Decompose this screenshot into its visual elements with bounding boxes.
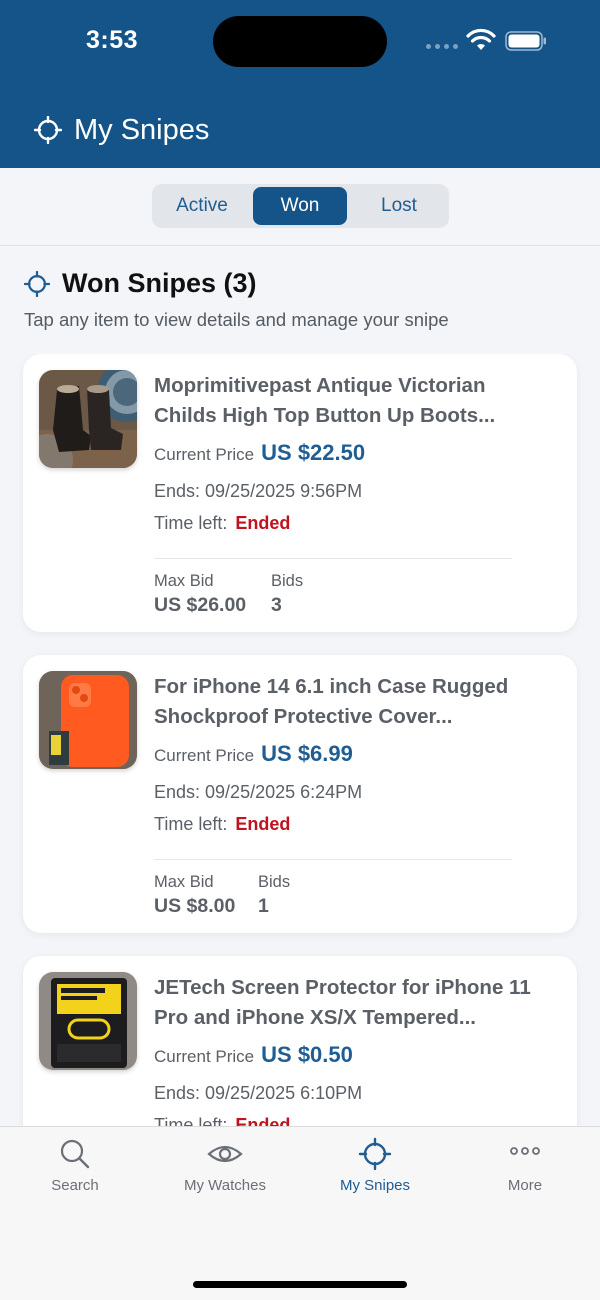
time-left-status: Ended: [235, 814, 291, 834]
time-left-label: Time left:: [154, 814, 228, 834]
max-bid-value: US $8.00: [154, 895, 236, 917]
time-left-status: Ended: [235, 513, 291, 533]
more-icon: [510, 1147, 540, 1155]
header-title-row: My Snipes: [34, 110, 209, 150]
battery-icon: [505, 31, 546, 51]
search-icon: [60, 1139, 90, 1169]
tab-label: My Watches: [184, 1177, 266, 1194]
cellular-signal-icon: [426, 44, 458, 50]
tab-label: My Snipes: [339, 1177, 411, 1194]
snipe-card[interactable]: For iPhone 14 6.1 inch Case Rugged Shock…: [23, 655, 577, 933]
max-bid-stat: Max Bid US $8.00: [154, 873, 235, 918]
tab-my-watches[interactable]: My Watches: [150, 1137, 300, 1201]
item-title: JETech Screen Protector for iPhone 11 Pr…: [154, 976, 531, 1029]
status-time: 3:53: [86, 26, 139, 54]
bids-stat: Bids 1: [258, 873, 290, 918]
tab-search[interactable]: Search: [0, 1137, 150, 1201]
home-indicator: [193, 1281, 407, 1288]
eye-icon: [207, 1145, 243, 1163]
max-bid-label: Max Bid: [154, 873, 214, 891]
app-header: 3:53 My Snipes: [0, 0, 600, 168]
item-thumbnail: [39, 972, 137, 1070]
card-divider: [154, 558, 512, 559]
segment-area: Active Won Lost: [0, 168, 600, 246]
current-price-value: US $22.50: [261, 440, 366, 465]
crosshair-icon: [34, 116, 62, 144]
status-bar: 3:53: [0, 0, 600, 84]
snipe-list[interactable]: Moprimitivepast Antique Victorian Childs…: [0, 354, 600, 1126]
current-price-row: Current Price US $0.50: [154, 1042, 353, 1068]
snipe-card[interactable]: Moprimitivepast Antique Victorian Childs…: [23, 354, 577, 632]
tab-label: More: [507, 1177, 543, 1194]
section-heading: Won Snipes (3): [24, 268, 257, 299]
section-title: Won Snipes (3): [62, 268, 257, 298]
item-title: Moprimitivepast Antique Victorian Childs…: [154, 374, 496, 427]
wifi-icon: [466, 28, 496, 50]
bids-value: 1: [258, 895, 269, 917]
max-bid-value: US $26.00: [154, 594, 247, 616]
status-segmented-control: Active Won Lost: [152, 184, 449, 228]
time-left-label: Time left:: [154, 1115, 228, 1126]
tab-my-snipes[interactable]: My Snipes: [300, 1137, 450, 1201]
page-title: My Snipes: [74, 113, 210, 146]
current-price-label: Current Price: [154, 746, 255, 765]
end-time: Ends: 09/25/2025 6:10PM: [154, 1083, 363, 1103]
bids-label: Bids: [258, 873, 291, 891]
tab-bar: Search My Watches My Snipes More: [0, 1126, 600, 1300]
dynamic-island: [213, 16, 387, 67]
segment-active[interactable]: Active: [155, 187, 249, 225]
bids-value: 3: [271, 594, 282, 616]
max-bid-label: Max Bid: [154, 572, 214, 590]
max-bid-stat: Max Bid US $26.00: [154, 572, 246, 617]
item-thumbnail: [39, 671, 137, 769]
card-divider: [154, 859, 512, 860]
section-subtitle: Tap any item to view details and manage …: [24, 309, 449, 330]
item-title: For iPhone 14 6.1 inch Case Rugged Shock…: [154, 675, 509, 728]
time-left-row: Time left: Ended: [154, 814, 290, 835]
current-price-label: Current Price: [154, 1047, 255, 1066]
time-left-row: Time left: Ended: [154, 513, 290, 534]
time-left-label: Time left:: [154, 513, 228, 533]
bids-label: Bids: [271, 572, 304, 590]
tab-more[interactable]: More: [450, 1137, 600, 1201]
time-left-status: Ended: [235, 1115, 291, 1126]
end-time: Ends: 09/25/2025 9:56PM: [154, 481, 363, 501]
current-price-value: US $0.50: [261, 1042, 353, 1067]
time-left-row: Time left: Ended: [154, 1115, 290, 1126]
current-price-row: Current Price US $6.99: [154, 741, 353, 767]
crosshair-icon: [24, 270, 50, 297]
segment-lost[interactable]: Lost: [352, 187, 446, 225]
snipe-card[interactable]: JETech Screen Protector for iPhone 11 Pr…: [23, 956, 577, 1126]
item-thumbnail: [39, 370, 137, 468]
current-price-row: Current Price US $22.50: [154, 440, 365, 466]
current-price-label: Current Price: [154, 445, 255, 464]
segment-won[interactable]: Won: [253, 187, 347, 225]
bids-stat: Bids 3: [271, 572, 303, 617]
crosshair-icon: [358, 1137, 392, 1171]
current-price-value: US $6.99: [261, 741, 353, 766]
end-time: Ends: 09/25/2025 6:24PM: [154, 782, 363, 802]
tab-label: Search: [51, 1177, 99, 1194]
